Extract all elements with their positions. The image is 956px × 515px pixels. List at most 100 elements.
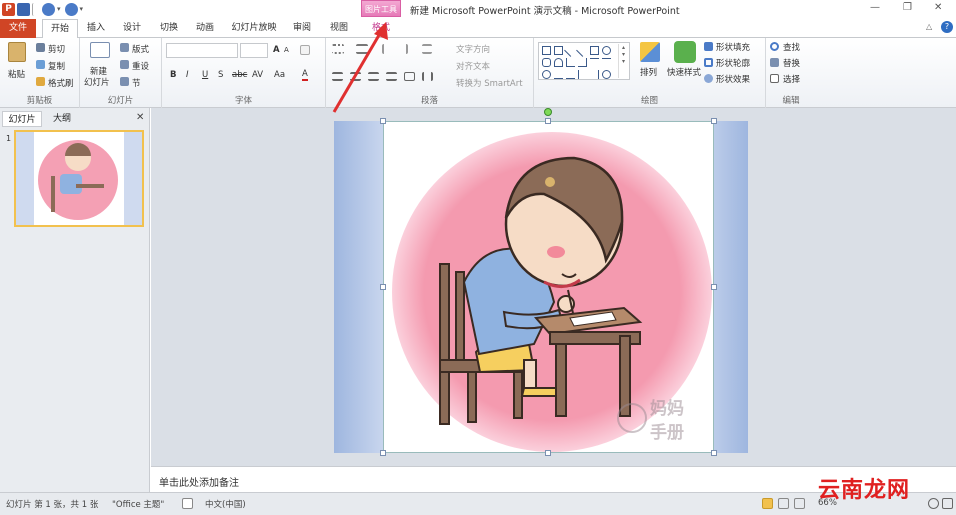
- distributed-icon[interactable]: [404, 72, 415, 81]
- arrange-icon[interactable]: [640, 42, 660, 62]
- quick-styles-icon[interactable]: [674, 41, 696, 63]
- resize-handle-t[interactable]: [545, 118, 551, 124]
- rectangle-shape-icon[interactable]: [590, 46, 599, 55]
- select-button[interactable]: 选择: [783, 73, 800, 85]
- paste-icon[interactable]: [8, 42, 26, 62]
- down-arrow-shape-icon[interactable]: [602, 58, 611, 67]
- arrow-line-shape-icon[interactable]: [576, 44, 589, 57]
- italic-button[interactable]: I: [186, 70, 189, 80]
- rotate-handle[interactable]: [544, 108, 552, 116]
- reading-view-icon[interactable]: [794, 498, 805, 509]
- increase-indent-icon[interactable]: [398, 44, 408, 54]
- elbow-arrow-shape-icon[interactable]: [578, 58, 587, 67]
- line-shape-icon[interactable]: [564, 44, 577, 57]
- brace-shape-icon[interactable]: [578, 70, 587, 79]
- save-icon[interactable]: [17, 2, 30, 16]
- resize-handle-b[interactable]: [545, 450, 551, 456]
- tab-transitions[interactable]: 切换: [155, 19, 183, 38]
- close-icon[interactable]: ✕: [934, 2, 942, 13]
- freeform-shape-icon[interactable]: [566, 70, 575, 79]
- resize-handle-br[interactable]: [711, 450, 717, 456]
- line-spacing-icon[interactable]: [422, 44, 432, 54]
- copy-button[interactable]: 复制: [48, 60, 65, 72]
- drawing-group-label: 绘图: [640, 96, 658, 106]
- tab-file[interactable]: 文件: [0, 19, 36, 38]
- language-status[interactable]: 中文(中国): [205, 498, 246, 510]
- curve-shape-icon[interactable]: [554, 70, 563, 79]
- spellcheck-icon[interactable]: [182, 498, 193, 509]
- arrange-button[interactable]: 排列: [640, 66, 657, 78]
- fit-slide-icon[interactable]: [942, 498, 953, 509]
- convert-smartart-button[interactable]: 转换为 SmartArt: [456, 77, 523, 89]
- shrink-font-button[interactable]: A: [284, 46, 289, 54]
- underline-button[interactable]: U: [202, 70, 208, 80]
- shape-outline-button[interactable]: 形状轮廓: [716, 57, 750, 69]
- textbox-vertical-shape-icon[interactable]: [554, 46, 563, 55]
- close-pane-icon[interactable]: ✕: [136, 112, 144, 123]
- shape-fill-button[interactable]: 形状填充: [716, 41, 750, 53]
- font-size-combo[interactable]: [240, 43, 268, 58]
- slide-sorter-icon[interactable]: [778, 498, 789, 509]
- change-case-button[interactable]: Aa: [274, 70, 285, 80]
- tab-outline-pane[interactable]: 大纲: [44, 111, 80, 127]
- tab-home[interactable]: 开始: [42, 19, 78, 39]
- redo-icon[interactable]: [64, 2, 78, 16]
- section-button[interactable]: 节: [132, 77, 141, 89]
- minimize-icon[interactable]: —: [870, 2, 880, 13]
- grow-font-button[interactable]: A: [273, 45, 280, 55]
- normal-view-icon[interactable]: [762, 498, 773, 509]
- collapse-ribbon-icon[interactable]: △: [926, 22, 932, 31]
- rounded-rectangle-shape-icon[interactable]: [542, 58, 551, 67]
- triangle-shape-icon[interactable]: [554, 58, 563, 67]
- selected-picture[interactable]: 妈妈 手册: [383, 121, 714, 453]
- bold-button[interactable]: B: [170, 70, 176, 80]
- gallery-scroll-icon[interactable]: ▴ ▾ ▾: [618, 44, 628, 78]
- new-slide-icon[interactable]: [90, 42, 110, 58]
- resize-handle-bl[interactable]: [380, 450, 386, 456]
- zoom-in-icon[interactable]: [928, 498, 939, 509]
- columns-icon[interactable]: [422, 72, 433, 81]
- paste-button[interactable]: 粘贴: [8, 68, 25, 80]
- shapes-gallery[interactable]: ▴ ▾ ▾: [538, 42, 630, 80]
- cut-button[interactable]: 剪切: [48, 43, 65, 55]
- new-slide-dropdown[interactable]: 幻灯片: [84, 76, 110, 88]
- right-brace-shape-icon[interactable]: [590, 70, 599, 79]
- restore-icon[interactable]: ❐: [903, 2, 912, 13]
- layout-button[interactable]: 版式: [132, 43, 149, 55]
- undo-icon[interactable]: [42, 2, 55, 16]
- shadow-button[interactable]: S: [218, 70, 223, 80]
- tab-insert[interactable]: 插入: [82, 19, 110, 38]
- tab-animations[interactable]: 动画: [191, 19, 219, 38]
- slide-thumbnail[interactable]: [14, 130, 144, 227]
- tab-review[interactable]: 审阅: [288, 19, 316, 38]
- textbox-shape-icon[interactable]: [542, 46, 551, 55]
- format-painter-button[interactable]: 格式刷: [48, 77, 74, 89]
- tab-slideshow[interactable]: 幻灯片放映: [228, 19, 280, 38]
- tab-design[interactable]: 设计: [118, 19, 146, 38]
- quick-styles-button[interactable]: 快速样式: [667, 66, 701, 78]
- font-color-button[interactable]: A: [302, 69, 308, 81]
- align-text-button[interactable]: 对齐文本: [456, 60, 490, 72]
- shape-effects-button[interactable]: 形状效果: [716, 73, 750, 85]
- resize-handle-r[interactable]: [711, 284, 717, 290]
- help-icon[interactable]: ?: [941, 21, 953, 33]
- resize-handle-l[interactable]: [380, 284, 386, 290]
- reset-button[interactable]: 重设: [132, 60, 149, 72]
- font-name-combo[interactable]: [166, 43, 238, 58]
- star-shape-icon[interactable]: [542, 70, 551, 79]
- customize-qat-icon[interactable]: ▾: [80, 5, 84, 13]
- resize-handle-tr[interactable]: [711, 118, 717, 124]
- tab-slides-pane[interactable]: 幻灯片: [2, 111, 42, 127]
- star5-shape-icon[interactable]: [602, 70, 611, 79]
- text-direction-button[interactable]: 文字方向: [456, 43, 490, 55]
- resize-handle-tl[interactable]: [380, 118, 386, 124]
- find-button[interactable]: 查找: [783, 41, 800, 53]
- oval-shape-icon[interactable]: [602, 46, 611, 55]
- right-arrow-shape-icon[interactable]: [590, 58, 599, 67]
- undo-dropdown-icon[interactable]: ▾: [57, 5, 61, 13]
- strikethrough-button[interactable]: abc: [232, 70, 247, 80]
- clear-formatting-icon[interactable]: [300, 45, 310, 55]
- elbow-connector-shape-icon[interactable]: [566, 58, 575, 67]
- replace-button[interactable]: 替换: [783, 57, 800, 69]
- char-spacing-button[interactable]: AV: [252, 70, 263, 80]
